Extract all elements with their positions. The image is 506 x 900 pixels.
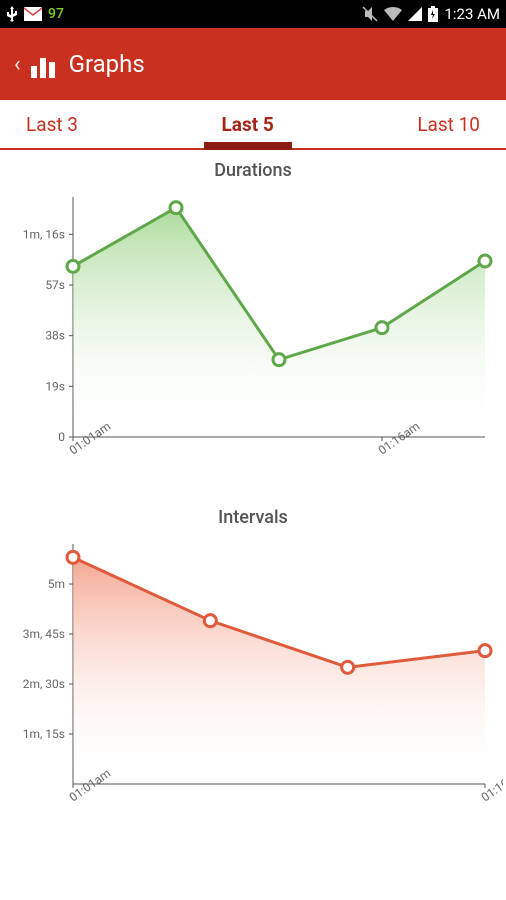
svg-text:5m: 5m <box>48 577 65 591</box>
svg-text:19s: 19s <box>45 379 65 393</box>
chart-title-intervals: Intervals <box>2 507 504 528</box>
svg-text:38s: 38s <box>45 329 65 343</box>
wifi-icon <box>384 7 402 21</box>
chart-title-durations: Durations <box>2 160 504 181</box>
tab-last-10[interactable]: Last 10 <box>409 113 488 136</box>
chart-intervals-svg: 1m, 15s2m, 30s3m, 45s5m01:01am01:16am <box>3 534 503 834</box>
svg-text:3m, 45s: 3m, 45s <box>23 627 65 641</box>
back-icon[interactable]: ‹ <box>14 52 21 77</box>
app-bar: ‹ Graphs <box>0 28 506 100</box>
usb-icon <box>6 6 18 22</box>
svg-text:57s: 57s <box>45 278 65 292</box>
svg-text:0: 0 <box>58 430 65 444</box>
svg-text:2m, 30s: 2m, 30s <box>23 677 65 691</box>
battery-percent: 97 <box>48 6 64 22</box>
page-title: Graphs <box>69 50 145 78</box>
android-status-bar: 97 1:23 AM <box>0 0 506 28</box>
tab-bar: Last 3 Last 5 Last 10 <box>0 100 506 150</box>
chart-durations: Durations 019s38s57s1m, 16s01:01am01:16a… <box>2 160 504 487</box>
graphs-icon <box>31 50 59 78</box>
signal-icon <box>408 7 422 21</box>
chart-intervals: Intervals 1m, 15s2m, 30s3m, 45s5m01:01am… <box>2 507 504 834</box>
gmail-icon <box>24 7 42 21</box>
status-time: 1:23 AM <box>444 5 500 23</box>
tab-last-5[interactable]: Last 5 <box>214 113 282 136</box>
battery-charging-icon <box>428 6 438 22</box>
svg-text:1m, 16s: 1m, 16s <box>23 227 65 241</box>
charts-container: Durations 019s38s57s1m, 16s01:01am01:16a… <box>0 150 506 834</box>
tab-last-3[interactable]: Last 3 <box>18 113 86 136</box>
svg-text:1m, 15s: 1m, 15s <box>23 727 65 741</box>
mute-icon <box>362 6 378 22</box>
chart-durations-svg: 019s38s57s1m, 16s01:01am01:16am <box>3 187 503 487</box>
